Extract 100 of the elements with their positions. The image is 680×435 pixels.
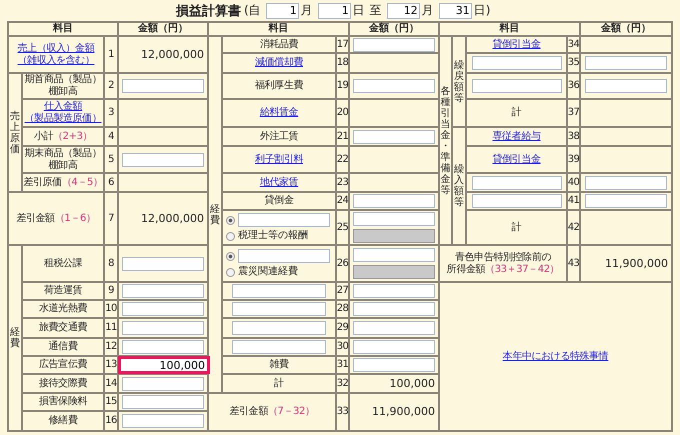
date-field[interactable]: 1 bbox=[266, 2, 299, 18]
amount-field[interactable] bbox=[585, 79, 667, 93]
item-label: 外注工賃 bbox=[260, 130, 298, 142]
column-header: 金額（円） bbox=[138, 23, 188, 35]
item-link[interactable]: 地代家賃 bbox=[260, 176, 298, 188]
row-number: 8 bbox=[108, 258, 114, 270]
row-number: 25 bbox=[336, 222, 348, 234]
group-label: 経費 bbox=[210, 204, 220, 226]
item-link[interactable]: 専従者給与 bbox=[492, 130, 540, 142]
date-field[interactable]: 31 bbox=[438, 2, 472, 18]
row-number: 15 bbox=[105, 396, 117, 408]
item-name-field[interactable] bbox=[232, 340, 326, 354]
item-name-field[interactable] bbox=[472, 194, 562, 208]
item-link[interactable]: 貸倒引当金 bbox=[492, 38, 540, 50]
item-link[interactable]: 利子割引料 bbox=[254, 154, 303, 166]
item-label: 計 bbox=[512, 222, 522, 234]
row-number: 42 bbox=[568, 222, 580, 234]
amount-field[interactable] bbox=[353, 321, 435, 335]
amount-field[interactable] bbox=[122, 414, 204, 428]
group-label: 売上原価 bbox=[10, 110, 20, 154]
amount-field[interactable] bbox=[122, 284, 204, 298]
row-number: 30 bbox=[336, 341, 348, 353]
amount-value: 11,900,000 bbox=[605, 256, 668, 270]
row-number: 29 bbox=[336, 322, 348, 334]
row-number: 5 bbox=[108, 154, 114, 166]
group-label: 繰入額等 bbox=[454, 164, 464, 208]
amount-field[interactable] bbox=[353, 194, 435, 208]
item-label: 期末商品（製品） 棚卸高 bbox=[24, 148, 102, 172]
item-label: 旅費交通費 bbox=[38, 322, 87, 334]
title-text: 月 bbox=[422, 2, 434, 19]
item-label: 青色申告特別控除前の 所得金額（33＋37－42） bbox=[446, 252, 560, 276]
item-label: 小計（2+3） bbox=[34, 130, 92, 142]
item-label: 差引金額（7－32） bbox=[229, 406, 315, 418]
item-name-field[interactable] bbox=[232, 321, 326, 335]
row-number: 4 bbox=[108, 130, 114, 142]
row-number: 36 bbox=[568, 80, 580, 92]
amount-field[interactable] bbox=[122, 152, 204, 166]
amount-field[interactable] bbox=[353, 130, 435, 144]
amount-field[interactable] bbox=[122, 340, 204, 354]
row-number: 12 bbox=[105, 341, 117, 353]
row-number: 14 bbox=[105, 378, 117, 390]
row-number: 40 bbox=[568, 176, 580, 188]
row-number: 7 bbox=[108, 212, 114, 224]
item-name-field[interactable] bbox=[232, 302, 326, 316]
item-label: 期首商品（製品） 棚卸高 bbox=[24, 74, 102, 98]
amount-field[interactable] bbox=[353, 248, 435, 262]
radio-button[interactable] bbox=[226, 252, 235, 260]
item-label: 租税公課 bbox=[44, 258, 82, 270]
date-field[interactable]: 12 bbox=[386, 2, 420, 18]
row-number: 13 bbox=[105, 359, 117, 371]
title-text: 日 bbox=[352, 2, 365, 19]
amount-field[interactable] bbox=[122, 256, 204, 270]
amount-field[interactable] bbox=[122, 395, 204, 409]
amount-value: 12,000,000 bbox=[141, 212, 204, 226]
row-number: 3 bbox=[108, 107, 114, 119]
amount-value: 12,000,000 bbox=[141, 48, 204, 62]
item-name-field[interactable] bbox=[472, 56, 562, 70]
item-link[interactable]: 貸倒引当金 bbox=[492, 154, 540, 166]
item-link[interactable]: 減価償却費 bbox=[254, 57, 303, 69]
amount-field[interactable]: 100,000 bbox=[118, 356, 210, 374]
item-link[interactable]: 売上（収入）金額 （雑収入を含む） bbox=[18, 42, 94, 66]
amount-field[interactable] bbox=[353, 38, 435, 52]
amount-field[interactable] bbox=[353, 79, 435, 93]
item-name-field[interactable] bbox=[238, 249, 330, 263]
item-name-field[interactable] bbox=[472, 79, 562, 93]
date-field[interactable]: 1 bbox=[318, 2, 351, 18]
row-number: 32 bbox=[336, 378, 348, 390]
column-header: 料目 bbox=[500, 23, 520, 35]
amount-field[interactable] bbox=[353, 340, 435, 354]
row-number: 18 bbox=[336, 57, 348, 69]
amount-field[interactable] bbox=[353, 302, 435, 316]
row-number: 11 bbox=[105, 322, 117, 334]
amount-field[interactable] bbox=[353, 284, 435, 298]
radio-button[interactable] bbox=[226, 268, 235, 276]
amount-field[interactable] bbox=[585, 176, 667, 190]
item-link[interactable]: 給料賃金 bbox=[260, 107, 298, 119]
row-number: 1 bbox=[108, 48, 114, 60]
special-circumstances-link[interactable]: 本年中における特殊事情 bbox=[502, 350, 608, 362]
item-label: 水道光熱費 bbox=[38, 303, 87, 315]
form-title: 損益計算書 bbox=[176, 2, 241, 20]
amount-field[interactable] bbox=[585, 56, 667, 70]
row-number: 22 bbox=[336, 154, 348, 166]
item-name-field[interactable] bbox=[238, 213, 330, 227]
item-name-field[interactable] bbox=[232, 284, 326, 298]
amount-field[interactable] bbox=[122, 79, 204, 93]
amount-field[interactable] bbox=[122, 321, 204, 335]
radio-button[interactable] bbox=[226, 216, 235, 224]
title-text: (自 bbox=[244, 2, 261, 19]
item-name-field[interactable] bbox=[472, 176, 562, 190]
item-link[interactable]: 仕入金額 （製品製造原価） bbox=[24, 101, 102, 125]
radio-button[interactable] bbox=[226, 232, 235, 240]
amount-field[interactable] bbox=[122, 302, 204, 316]
amount-field[interactable] bbox=[353, 212, 435, 226]
column-header: 料目 bbox=[268, 23, 288, 35]
amount-field[interactable] bbox=[122, 376, 204, 390]
item-label: 貸倒金 bbox=[264, 195, 294, 207]
amount-field[interactable] bbox=[585, 194, 667, 208]
amount-field[interactable] bbox=[353, 358, 435, 372]
column-header: 金額（円） bbox=[369, 23, 419, 35]
item-label: 計 bbox=[274, 378, 284, 390]
